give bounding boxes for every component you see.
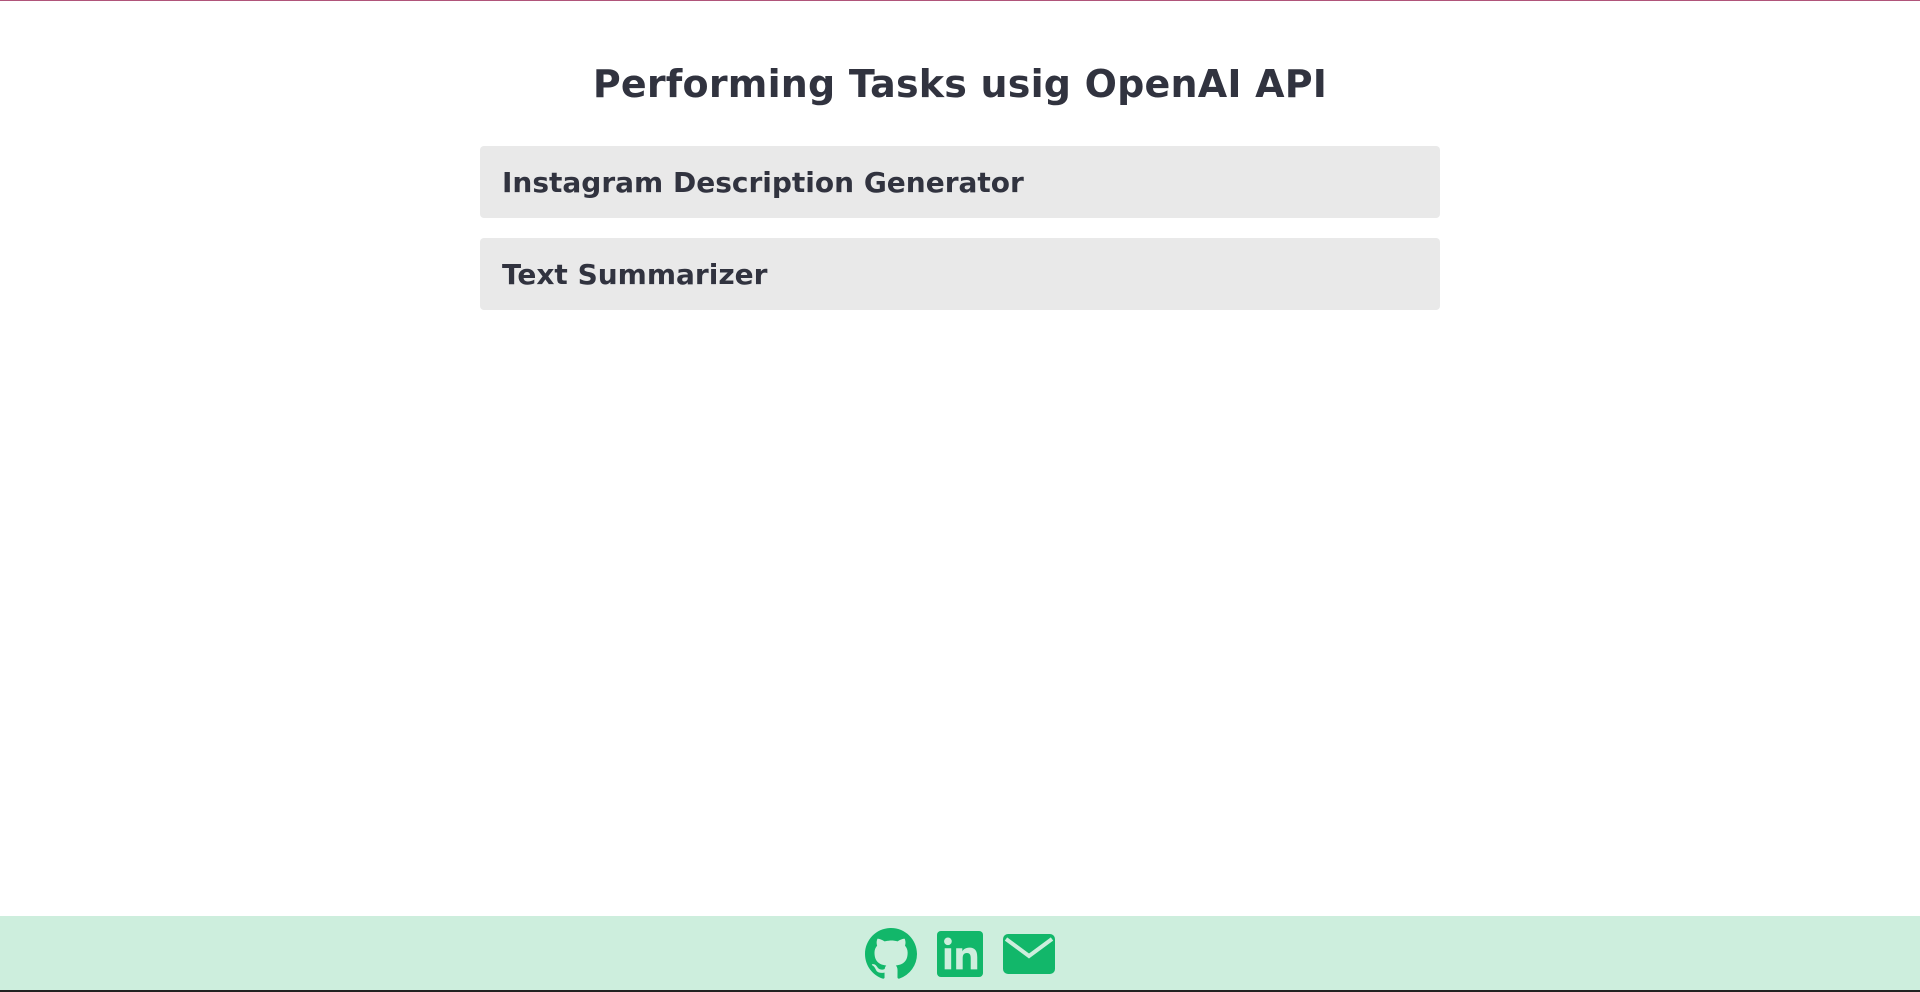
task-card-label: Text Summarizer: [502, 257, 768, 291]
task-card-instagram-description-generator[interactable]: Instagram Description Generator: [480, 146, 1440, 218]
linkedin-link[interactable]: [937, 931, 983, 977]
task-card-label: Instagram Description Generator: [502, 165, 1024, 199]
top-accent-line: [0, 0, 1920, 1]
github-icon: [865, 928, 917, 979]
linkedin-icon: [937, 931, 983, 977]
task-card-text-summarizer[interactable]: Text Summarizer: [480, 238, 1440, 310]
page: Performing Tasks usig OpenAI API Instagr…: [0, 0, 1920, 992]
footer: [0, 916, 1920, 992]
page-title: Performing Tasks usig OpenAI API: [592, 62, 1328, 106]
email-link[interactable]: [1003, 934, 1055, 974]
email-icon: [1003, 934, 1055, 974]
github-link[interactable]: [865, 928, 917, 980]
